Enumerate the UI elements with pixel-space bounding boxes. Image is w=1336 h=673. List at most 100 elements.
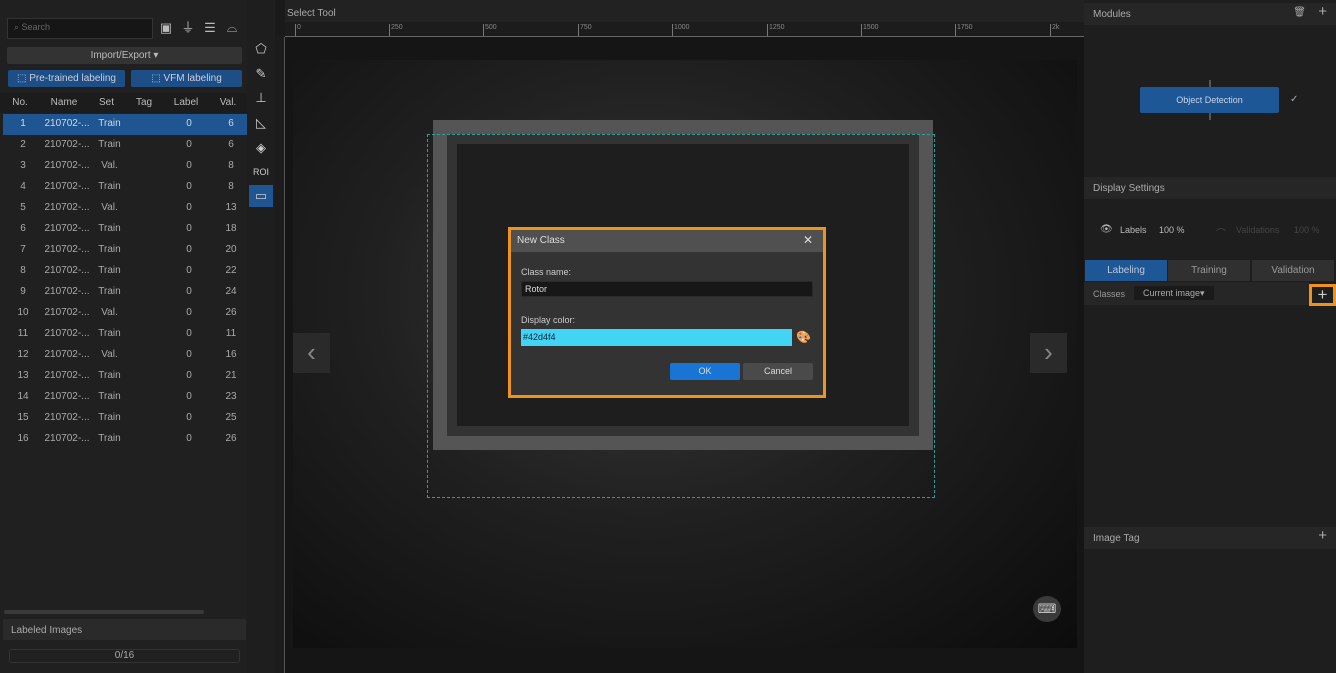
cell-label: 0 xyxy=(186,433,192,444)
tab-labeling[interactable]: Labeling xyxy=(1085,260,1167,281)
cell-tag xyxy=(128,324,166,345)
table-row[interactable]: 14 210702-... Train 0 23 xyxy=(3,387,250,408)
cell-label: 0 xyxy=(186,265,192,276)
cell-val: 26 xyxy=(225,433,237,444)
eye-icon[interactable]: 👁 xyxy=(1100,224,1113,235)
cell-label: 0 xyxy=(186,181,192,192)
trash-icon[interactable]: 🗑 xyxy=(1293,7,1306,18)
cell-val: 8 xyxy=(228,181,234,192)
table-row[interactable]: 11 210702-... Train 0 11 xyxy=(3,324,250,345)
table-row[interactable]: 9 210702-... Train 0 24 xyxy=(3,282,250,303)
list-icon[interactable]: ☰ xyxy=(202,20,218,36)
check-icon: ✓ xyxy=(1290,94,1299,105)
magic-wand-icon[interactable]: ✎ xyxy=(249,63,273,85)
prev-image-button[interactable]: ‹ xyxy=(293,333,330,373)
table-row[interactable]: 16 210702-... Train 0 26 xyxy=(3,429,250,450)
display-color-input[interactable]: #42d4f4 xyxy=(521,329,792,346)
class-name-input[interactable]: Rotor xyxy=(521,281,813,297)
cell-set: Train xyxy=(98,328,121,339)
pretrained-labeling-button[interactable]: ⬚ Pre-trained labeling xyxy=(8,70,125,87)
eraser-icon[interactable]: ◈ xyxy=(249,137,273,159)
polygon-tool-icon[interactable]: ⬠ xyxy=(249,38,273,60)
cell-no: 15 xyxy=(17,412,29,423)
labels-toggle[interactable]: Labels xyxy=(1120,225,1147,235)
cell-val: 20 xyxy=(225,244,237,255)
col-val[interactable]: Val. xyxy=(209,93,247,113)
mask-tool-icon[interactable]: ◺ xyxy=(249,112,273,134)
col-set[interactable]: Set xyxy=(88,93,125,113)
cell-name: 210702-... xyxy=(44,244,90,255)
table-row[interactable]: 7 210702-... Train 0 20 xyxy=(3,240,250,261)
cell-no: 16 xyxy=(17,433,29,444)
cell-set: Train xyxy=(98,286,121,297)
keyboard-icon[interactable]: ⌨ xyxy=(1033,596,1061,622)
table-row[interactable]: 3 210702-... Val. 0 8 xyxy=(3,156,250,177)
validations-toggle[interactable]: Validations xyxy=(1236,225,1279,235)
stamp-icon[interactable]: ⊥ xyxy=(249,87,273,109)
cell-label: 0 xyxy=(186,349,192,360)
left-panel: ⌕ Search ▣ ⏚ ☰ ⌓ Import/Export ▾ ⬚ Pre-t… xyxy=(0,0,250,673)
labels-opacity[interactable]: 100 % xyxy=(1159,225,1185,235)
col-tag[interactable]: Tag xyxy=(125,93,163,113)
layout-icon[interactable]: ⌓ xyxy=(224,20,240,36)
tab-validation[interactable]: Validation xyxy=(1252,260,1334,281)
select-tool-icon[interactable]: ▭ xyxy=(249,185,273,207)
cell-tag xyxy=(128,345,166,366)
vfm-labeling-button[interactable]: ⬚ VFM labeling xyxy=(131,70,242,87)
image-filter-icon[interactable]: ▣ xyxy=(158,20,174,36)
cell-set: Train xyxy=(98,391,121,402)
horizontal-scrollbar[interactable] xyxy=(4,610,204,614)
ruler-tick: 1250 xyxy=(767,24,785,36)
cell-no: 10 xyxy=(17,307,29,318)
table-row[interactable]: 1 210702-... Train 0 6 xyxy=(3,114,250,135)
dialog-titlebar: New Class ✕ xyxy=(511,230,823,252)
table-row[interactable]: 4 210702-... Train 0 8 xyxy=(3,177,250,198)
col-name[interactable]: Name xyxy=(40,93,88,113)
table-row[interactable]: 10 210702-... Val. 0 26 xyxy=(3,303,250,324)
display-color-label: Display color: xyxy=(521,315,576,325)
close-icon[interactable]: ✕ xyxy=(803,233,813,247)
cell-label: 0 xyxy=(186,118,192,129)
table-row[interactable]: 15 210702-... Train 0 25 xyxy=(3,408,250,429)
table-row[interactable]: 5 210702-... Val. 0 13 xyxy=(3,198,250,219)
next-image-button[interactable]: › xyxy=(1030,333,1067,373)
add-image-tag-icon[interactable]: + xyxy=(1318,527,1327,544)
vertical-ruler xyxy=(275,37,285,673)
cancel-button[interactable]: Cancel xyxy=(743,363,813,380)
modules-title: Modules xyxy=(1093,9,1131,20)
validations-opacity[interactable]: 100 % xyxy=(1294,225,1320,235)
table-row[interactable]: 12 210702-... Val. 0 16 xyxy=(3,345,250,366)
cell-label: 0 xyxy=(186,307,192,318)
table-row[interactable]: 6 210702-... Train 0 18 xyxy=(3,219,250,240)
cell-val: 24 xyxy=(225,286,237,297)
cell-set: Val. xyxy=(101,349,118,360)
table-row[interactable]: 8 210702-... Train 0 22 xyxy=(3,261,250,282)
cell-label: 0 xyxy=(186,370,192,381)
table-row[interactable]: 13 210702-... Train 0 21 xyxy=(3,366,250,387)
labeled-progress: 0/16 xyxy=(9,649,240,663)
ruler-tick: 250 xyxy=(389,24,403,36)
cell-name: 210702-... xyxy=(44,370,90,381)
col-label[interactable]: Label xyxy=(163,93,209,113)
tab-training[interactable]: Training xyxy=(1168,260,1250,281)
cell-tag xyxy=(128,156,166,177)
add-module-icon[interactable]: + xyxy=(1318,3,1327,20)
funnel-icon[interactable]: ⏚ xyxy=(180,20,196,36)
ruler-tick: 500 xyxy=(483,24,497,36)
table-row[interactable]: 2 210702-... Train 0 6 xyxy=(3,135,250,156)
cell-tag xyxy=(128,198,166,219)
cell-set: Train xyxy=(98,433,121,444)
ok-button[interactable]: OK xyxy=(670,363,740,380)
search-input[interactable]: ⌕ Search xyxy=(7,18,153,39)
col-no[interactable]: No. xyxy=(0,93,40,113)
display-settings-header: Display Settings xyxy=(1084,177,1336,199)
dialog-title: New Class xyxy=(517,235,565,246)
import-export-button[interactable]: Import/Export ▾ xyxy=(7,47,242,64)
palette-icon[interactable]: 🎨 xyxy=(796,330,811,344)
cell-tag xyxy=(128,219,166,240)
horizontal-ruler: 0 250 500 750 1000 1250 1500 1750 2k xyxy=(285,22,1084,37)
roi-tool[interactable]: ROI xyxy=(249,161,273,183)
add-class-button[interactable]: + xyxy=(1309,284,1336,306)
classes-filter-dropdown[interactable]: Current image▾ xyxy=(1134,286,1214,300)
object-detection-module[interactable]: Object Detection xyxy=(1140,87,1279,113)
